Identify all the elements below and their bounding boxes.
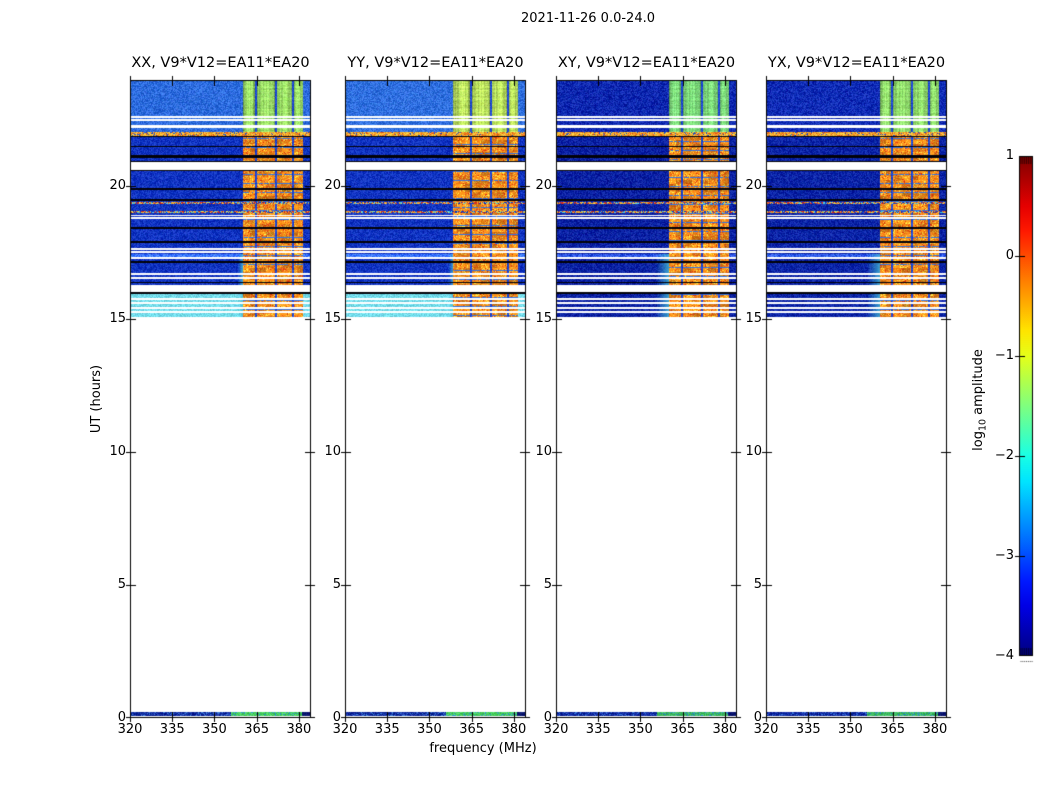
panel-title-xy: XY, V9*V12=EA11*EA20 bbox=[557, 55, 736, 71]
y-tick-label-yx-10: 10 bbox=[745, 444, 762, 460]
y-tick-label-xy-15: 15 bbox=[535, 311, 552, 327]
colorbar-label-subscript: 10 bbox=[977, 418, 989, 432]
y-tick-label-yy-20: 20 bbox=[324, 178, 341, 194]
figure-title: 2021-11-26 0.0-24.0 bbox=[521, 11, 655, 26]
x-tick-label-yx-350: 350 bbox=[838, 722, 863, 737]
figure: 2021-11-26 0.0-24.0 XX, V9*V12=EA11*EA20… bbox=[0, 0, 1050, 800]
y-tick-label-yy-10: 10 bbox=[324, 444, 341, 460]
x-tick-label-xx-365: 365 bbox=[244, 722, 270, 737]
x-tick-label-xy-335: 335 bbox=[585, 722, 611, 737]
panel-region-xy bbox=[556, 80, 737, 718]
y-tick-label-yx-0: 0 bbox=[753, 710, 762, 725]
panel-region-yy bbox=[345, 80, 526, 718]
colorbar-tick-label--2: −2 bbox=[994, 448, 1014, 463]
x-axis-label: frequency (MHz) bbox=[429, 741, 537, 756]
panel-title-yy: YY, V9*V12=EA11*EA20 bbox=[347, 55, 524, 71]
y-tick-label-xx-0: 0 bbox=[117, 710, 126, 725]
y-tick-label-yx-5: 5 bbox=[753, 577, 762, 593]
y-tick-label-xx-15: 15 bbox=[109, 311, 126, 327]
colorbar-tick-label--3: −3 bbox=[994, 548, 1014, 563]
x-tick-label-yx-335: 335 bbox=[795, 722, 821, 737]
y-axis-label: UT (hours) bbox=[89, 364, 104, 434]
x-tick-label-yx-365: 365 bbox=[880, 722, 906, 737]
x-tick-label-yx-380: 380 bbox=[922, 722, 948, 737]
colorbar-tick-label-0: 0 bbox=[1005, 248, 1014, 263]
panel-title-yx: YX, V9*V12=EA11*EA20 bbox=[767, 55, 946, 71]
y-tick-label-xy-0: 0 bbox=[543, 710, 552, 725]
colorbar-label: log10 amplitude bbox=[969, 300, 989, 500]
y-tick-label-xx-20: 20 bbox=[109, 178, 126, 194]
x-tick-label-xy-365: 365 bbox=[670, 722, 696, 737]
y-tick-label-xy-5: 5 bbox=[543, 577, 552, 593]
x-tick-label-xy-350: 350 bbox=[628, 722, 653, 737]
x-tick-label-yy-335: 335 bbox=[374, 722, 400, 737]
y-tick-label-yx-15: 15 bbox=[745, 311, 762, 327]
x-tick-label-xx-335: 335 bbox=[159, 722, 185, 737]
colorbar-tick-label--4: −4 bbox=[994, 648, 1014, 663]
panel-region-yx bbox=[766, 80, 947, 718]
panel-title-xx: XX, V9*V12=EA11*EA20 bbox=[131, 55, 310, 71]
x-tick-label-yy-350: 350 bbox=[417, 722, 442, 737]
y-tick-label-yy-5: 5 bbox=[332, 577, 341, 593]
y-tick-label-xy-10: 10 bbox=[535, 444, 552, 460]
y-tick-label-yy-15: 15 bbox=[324, 311, 341, 327]
panel-region-xx bbox=[130, 80, 311, 718]
y-tick-label-yy-0: 0 bbox=[332, 710, 341, 725]
y-tick-label-xy-20: 20 bbox=[535, 178, 552, 194]
x-tick-label-xx-350: 350 bbox=[202, 722, 227, 737]
x-tick-label-yy-365: 365 bbox=[459, 722, 485, 737]
y-tick-label-yx-20: 20 bbox=[745, 178, 762, 194]
colorbar-tick-label--1: −1 bbox=[994, 348, 1014, 363]
y-tick-label-xx-5: 5 bbox=[117, 577, 126, 593]
colorbar-tick-label-1: 1 bbox=[1005, 148, 1014, 163]
y-tick-label-xx-10: 10 bbox=[109, 444, 126, 460]
